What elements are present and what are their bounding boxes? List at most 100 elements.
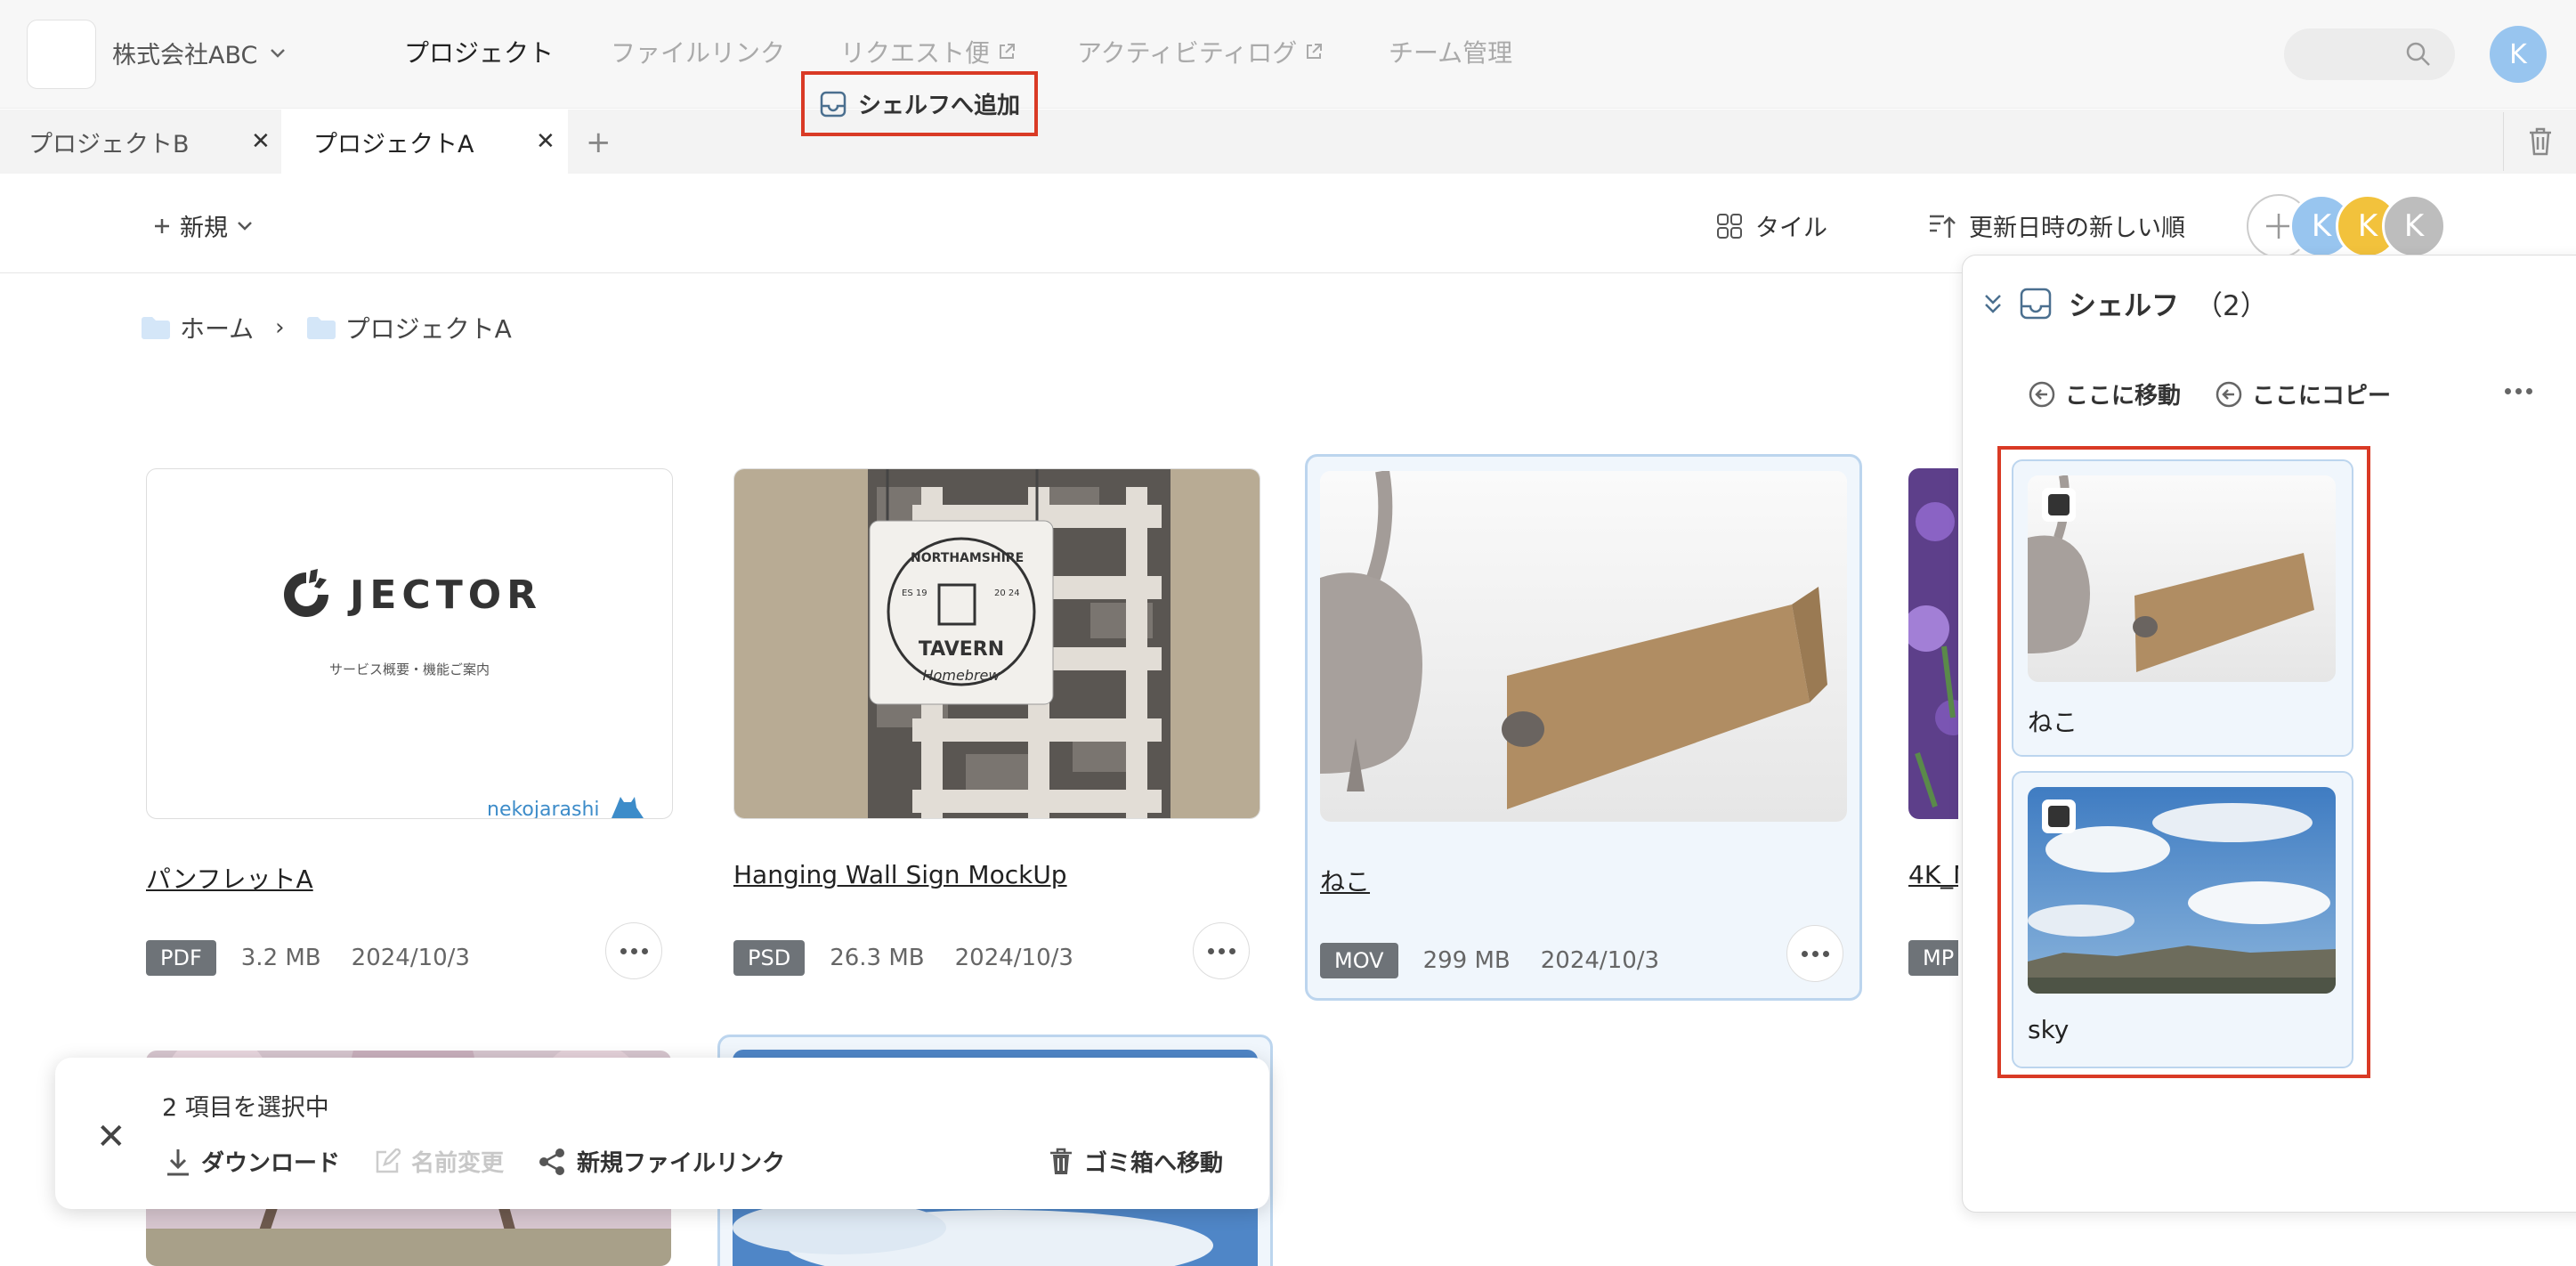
rename-button[interactable]: 名前変更 xyxy=(374,1145,504,1178)
nav-label: プロジェクト xyxy=(404,38,555,68)
nav-projects[interactable]: プロジェクト xyxy=(404,34,554,69)
breadcrumb: ホーム › プロジェクトA xyxy=(141,310,512,345)
nav-request[interactable]: リクエスト便 xyxy=(840,34,1017,69)
external-link-icon xyxy=(1304,42,1324,61)
move-to-trash-button[interactable]: ゴミ箱へ移動 xyxy=(1049,1145,1223,1178)
file-date: 2024/10/3 xyxy=(1540,947,1660,974)
item-checkbox[interactable] xyxy=(2042,488,2076,522)
grid-icon xyxy=(1716,213,1743,239)
new-file-link-button[interactable]: 新規ファイルリンク xyxy=(538,1145,785,1178)
more-options-button[interactable] xyxy=(1786,925,1843,982)
thumbnail-caption: サービス概要・機能ご案内 xyxy=(328,661,490,678)
folder-icon xyxy=(306,316,336,339)
shelf-item-cat[interactable]: ねこ xyxy=(2012,459,2353,757)
file-type-badge: PDF xyxy=(146,940,216,976)
new-button[interactable]: 新規 xyxy=(153,208,253,243)
search-icon[interactable] xyxy=(2405,41,2432,68)
close-icon[interactable]: ✕ xyxy=(536,128,555,155)
tab-label: プロジェクトA xyxy=(313,130,474,158)
arrow-left-circle-icon xyxy=(2028,380,2056,409)
file-thumbnail: NORTHAMSHIRE ES 19 20 24 TAVERN Homebrew xyxy=(733,468,1260,819)
file-size: 299 MB xyxy=(1422,947,1511,974)
share-icon xyxy=(538,1148,566,1176)
item-checkbox[interactable] xyxy=(2042,799,2076,833)
file-card-4k[interactable]: 4K_N MP xyxy=(1896,454,1958,1001)
file-card-cat[interactable]: ねこ MOV 299 MB 2024/10/3 xyxy=(1305,454,1862,1001)
company-logo[interactable] xyxy=(27,20,96,89)
nav-label: アクティビティログ xyxy=(1077,38,1298,68)
download-button[interactable]: ダウンロード xyxy=(166,1145,340,1178)
action-label: ダウンロード xyxy=(201,1150,341,1177)
action-label: ゴミ箱へ移動 xyxy=(1084,1150,1224,1177)
chevron-down-icon xyxy=(237,221,253,231)
user-avatar[interactable]: K xyxy=(2490,26,2547,83)
nav-label: チーム管理 xyxy=(1389,38,1513,68)
add-tab-button[interactable]: + xyxy=(586,125,612,160)
file-type-badge: MP xyxy=(1908,940,1958,976)
sign-text-top: NORTHAMSHIRE xyxy=(911,551,1025,565)
file-name[interactable]: ねこ xyxy=(1320,863,1370,898)
more-options-button[interactable] xyxy=(2505,388,2532,394)
cat-icon xyxy=(608,791,647,818)
collapse-icon[interactable] xyxy=(1983,290,2003,317)
file-meta: MOV 299 MB 2024/10/3 xyxy=(1320,943,1659,978)
view-label: タイル xyxy=(1755,215,1827,242)
more-options-button[interactable] xyxy=(605,922,662,979)
action-label: 新規ファイルリンク xyxy=(577,1150,786,1177)
close-icon[interactable]: ✕ xyxy=(96,1116,126,1157)
selection-count: 2 項目を選択中 xyxy=(162,1094,329,1122)
trash-button[interactable] xyxy=(2503,112,2576,171)
file-thumbnail xyxy=(1320,471,1847,822)
breadcrumb-current[interactable]: プロジェクトA xyxy=(345,310,512,345)
inbox-icon xyxy=(2019,287,2053,321)
add-to-shelf-button[interactable]: シェルフへ追加 xyxy=(800,71,1039,136)
breadcrumb-home[interactable]: ホーム xyxy=(180,310,254,345)
company-selector[interactable]: 株式会社ABC xyxy=(112,36,286,70)
sign-text-year: 20 24 xyxy=(994,588,1020,598)
file-name[interactable]: Hanging Wall Sign MockUp xyxy=(733,860,1067,889)
selection-action-bar: ✕ 2 項目を選択中 xyxy=(55,1058,1269,1209)
member-avatar[interactable]: K xyxy=(2382,194,2446,258)
file-meta: PSD 26.3 MB 2024/10/3 xyxy=(733,940,1073,976)
chevron-down-icon xyxy=(270,48,286,59)
action-label: ここにコピー xyxy=(2252,383,2392,410)
file-card-wall-sign[interactable]: NORTHAMSHIRE ES 19 20 24 TAVERN Homebrew… xyxy=(721,454,1285,1001)
external-link-icon xyxy=(997,42,1017,61)
file-thumbnail: JECTOR サービス概要・機能ご案内 nekojarashi xyxy=(146,468,673,819)
chevron-right-icon: › xyxy=(275,314,285,341)
view-tile-button[interactable]: タイル xyxy=(1716,208,1827,243)
action-label: ここに移動 xyxy=(2065,383,2182,410)
nav-file-links[interactable]: ファイルリンク xyxy=(611,34,785,69)
copy-here-button[interactable]: ここにコピー xyxy=(2215,377,2391,410)
sort-icon xyxy=(1928,213,1956,239)
move-here-button[interactable]: ここに移動 xyxy=(2028,377,2181,410)
file-size: 26.3 MB xyxy=(830,945,925,971)
nav-label: ファイルリンク xyxy=(611,38,786,68)
search-box[interactable] xyxy=(2284,28,2455,80)
tab-project-b[interactable]: プロジェクトB ✕ xyxy=(0,110,281,174)
file-thumbnail xyxy=(1908,468,1958,819)
sort-button[interactable]: 更新日時の新しい順 xyxy=(1928,208,2185,243)
file-date: 2024/10/3 xyxy=(954,945,1073,971)
action-label: シェルフへ追加 xyxy=(858,93,1021,119)
tab-project-a[interactable]: プロジェクトA ✕ xyxy=(281,110,568,174)
shelf-header: シェルフ （2） xyxy=(1983,283,2268,323)
nav-activity-log[interactable]: アクティビティログ xyxy=(1077,34,1324,69)
file-card-pamphlet[interactable]: JECTOR サービス概要・機能ご案内 nekojarashi パンフレットA … xyxy=(134,454,698,1001)
nav-team[interactable]: チーム管理 xyxy=(1389,34,1512,69)
sign-text-est: ES 19 xyxy=(902,588,928,598)
new-label: 新規 xyxy=(180,215,228,242)
action-label: 名前変更 xyxy=(411,1150,505,1177)
shelf-item-label: ねこ xyxy=(2028,708,2078,737)
nav-label: リクエスト便 xyxy=(840,38,991,68)
more-options-button[interactable] xyxy=(1193,922,1250,979)
file-name[interactable]: 4K_N xyxy=(1908,860,1958,889)
close-icon[interactable]: ✕ xyxy=(251,128,271,155)
sign-text-middle: TAVERN xyxy=(918,638,1005,661)
brand-text: nekojarashi xyxy=(487,799,600,819)
shelf-item-sky[interactable]: sky xyxy=(2012,771,2353,1068)
company-name: 株式会社ABC xyxy=(112,42,258,69)
trash-icon xyxy=(1049,1148,1073,1176)
file-type-badge: MOV xyxy=(1320,943,1398,978)
file-name[interactable]: パンフレットA xyxy=(146,860,313,896)
